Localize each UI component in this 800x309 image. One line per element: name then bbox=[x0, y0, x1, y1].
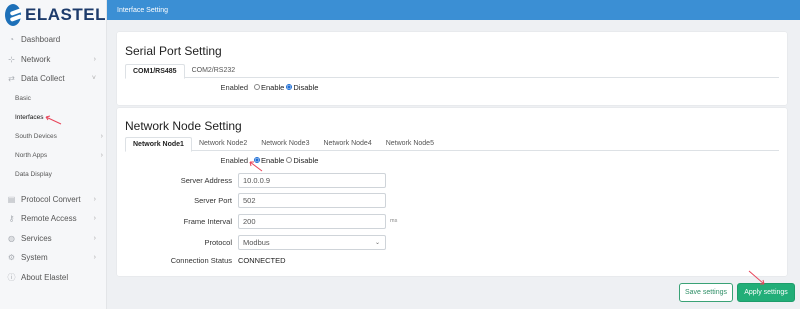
logo[interactable]: ELASTEL bbox=[0, 0, 106, 30]
sidebar-item-label: Data Collect bbox=[21, 74, 65, 84]
sidebar-item-remote-access[interactable]: ⚷ Remote Access › bbox=[0, 209, 106, 229]
chevron-right-icon: › bbox=[93, 55, 96, 63]
sidebar-item-label: Remote Access bbox=[21, 214, 77, 224]
network-icon: ⊹ bbox=[8, 54, 15, 64]
frame-interval-unit: ms bbox=[390, 218, 398, 224]
chevron-right-icon: › bbox=[93, 254, 96, 262]
tab-com1[interactable]: COM1/RS485 bbox=[125, 64, 185, 79]
chevron-down-icon: ˅ bbox=[91, 75, 96, 83]
apply-settings-button[interactable]: Apply settings bbox=[737, 283, 795, 302]
serial-port-tabs: COM1/RS485 COM2/RS232 bbox=[125, 64, 779, 79]
chevron-right-icon: › bbox=[93, 215, 96, 223]
sidebar-subitem-label: North Apps bbox=[15, 151, 48, 159]
serial-disable-label: Disable bbox=[293, 82, 319, 92]
serial-enable-radio[interactable] bbox=[254, 84, 260, 90]
chevron-right-icon: › bbox=[93, 195, 96, 203]
server-port-label: Server Port bbox=[194, 195, 232, 205]
sidebar-subitem-label: Interfaces bbox=[15, 113, 44, 121]
chevron-right-icon: › bbox=[100, 132, 103, 140]
serial-enabled-radio-group: Enable Disable bbox=[254, 83, 320, 92]
sidebar-item-label: Services bbox=[21, 233, 52, 243]
server-address-label: Server Address bbox=[180, 175, 232, 185]
serial-enabled-row: Enabled Enable Disable bbox=[117, 80, 320, 94]
server-port-input[interactable]: 502 bbox=[238, 192, 386, 208]
server-port-row: Server Port 502 bbox=[117, 192, 386, 208]
frame-interval-row: Frame Interval 200 ms bbox=[117, 213, 397, 229]
sidebar: ELASTEL ◔ Dashboard ⊹ Network › ⇄ Data C… bbox=[0, 0, 107, 309]
remote-access-icon: ⚷ bbox=[8, 214, 15, 224]
protocol-convert-icon: ▤ bbox=[7, 194, 16, 204]
sidebar-item-label: System bbox=[21, 253, 48, 263]
server-port-value: 502 bbox=[243, 195, 256, 205]
connection-status-row: Connection Status CONNECTED bbox=[117, 253, 286, 267]
protocol-value: Modbus bbox=[243, 237, 270, 247]
tab-network-node5[interactable]: Network Node5 bbox=[379, 137, 441, 151]
sidebar-item-label: About Elastel bbox=[21, 272, 69, 282]
sidebar-subitem-label: South Devices bbox=[15, 132, 57, 140]
network-node-card: Network Node Setting Network Node1 Netwo… bbox=[117, 108, 787, 276]
sidebar-item-dashboard[interactable]: ◔ Dashboard bbox=[0, 30, 106, 50]
serial-port-card: Serial Port Setting COM1/RS485 COM2/RS23… bbox=[117, 32, 787, 105]
sidebar-item-label: Dashboard bbox=[21, 35, 61, 45]
save-settings-button[interactable]: Save settings bbox=[679, 283, 733, 302]
elastel-logo-icon bbox=[5, 4, 22, 26]
serial-enable-label: Enable bbox=[261, 82, 285, 92]
protocol-label: Protocol bbox=[204, 237, 232, 247]
sidebar-item-protocol-convert[interactable]: ▤ Protocol Convert › bbox=[0, 190, 106, 210]
sidebar-subitem-label: Data Display bbox=[15, 170, 52, 178]
connection-status-label: Connection Status bbox=[170, 255, 232, 265]
frame-interval-input[interactable]: 200 bbox=[238, 213, 386, 229]
network-node-title: Network Node Setting bbox=[125, 119, 242, 133]
sidebar-subitem-south-devices[interactable]: South Devices › bbox=[0, 127, 106, 146]
sidebar-subitem-basic[interactable]: Basic bbox=[0, 89, 106, 108]
sidebar-nav: ◔ Dashboard ⊹ Network › ⇄ Data Collect ˅… bbox=[0, 30, 106, 287]
node-disable-label: Disable bbox=[293, 155, 319, 165]
services-icon: ◍ bbox=[8, 233, 15, 243]
tab-network-node3[interactable]: Network Node3 bbox=[254, 137, 316, 151]
tab-com2[interactable]: COM2/RS232 bbox=[185, 64, 243, 78]
frame-interval-label: Frame Interval bbox=[183, 216, 232, 226]
sidebar-item-data-collect[interactable]: ⇄ Data Collect ˅ bbox=[0, 69, 106, 89]
logo-text: ELASTEL bbox=[25, 5, 106, 24]
protocol-select[interactable]: Modbus ⌄ bbox=[238, 234, 386, 250]
dashboard-icon: ◔ bbox=[9, 35, 14, 45]
sidebar-item-network[interactable]: ⊹ Network › bbox=[0, 50, 106, 70]
chevron-right-icon: › bbox=[100, 151, 103, 159]
network-node-tabs: Network Node1 Network Node2 Network Node… bbox=[125, 137, 779, 152]
node-enabled-radio-group: Enable Disable bbox=[254, 156, 320, 165]
node-enable-radio[interactable] bbox=[254, 157, 260, 163]
frame-interval-value: 200 bbox=[243, 216, 256, 226]
sidebar-subitem-label: Basic bbox=[15, 94, 31, 102]
connection-status-value: CONNECTED bbox=[238, 255, 286, 265]
node-enable-label: Enable bbox=[261, 155, 285, 165]
node-enabled-row: Enabled Enable Disable bbox=[117, 153, 320, 167]
info-icon: ⓘ bbox=[7, 272, 16, 282]
sidebar-item-system[interactable]: ⚙ System › bbox=[0, 248, 106, 268]
sidebar-item-about[interactable]: ⓘ About Elastel bbox=[0, 268, 106, 288]
sidebar-subitem-north-apps[interactable]: North Apps › bbox=[0, 146, 106, 165]
chevron-down-icon: ⌄ bbox=[374, 239, 380, 246]
chevron-right-icon: › bbox=[93, 234, 96, 242]
serial-disable-radio[interactable] bbox=[286, 84, 293, 90]
protocol-row: Protocol Modbus ⌄ bbox=[117, 234, 386, 250]
sidebar-subitem-data-display[interactable]: Data Display bbox=[0, 165, 106, 184]
page-title: Interface Setting bbox=[117, 6, 168, 14]
node-enabled-label: Enabled bbox=[220, 155, 248, 165]
system-icon: ⚙ bbox=[7, 253, 16, 263]
sidebar-item-services[interactable]: ◍ Services › bbox=[0, 229, 106, 249]
sidebar-item-label: Network bbox=[21, 54, 51, 64]
sidebar-subitem-interfaces[interactable]: Interfaces bbox=[0, 108, 106, 127]
sidebar-item-label: Protocol Convert bbox=[21, 194, 81, 204]
server-address-value: 10.0.0.9 bbox=[243, 175, 271, 185]
serial-enabled-label: Enabled bbox=[220, 82, 248, 92]
serial-port-title: Serial Port Setting bbox=[125, 44, 222, 58]
top-bar: Interface Setting bbox=[107, 0, 800, 20]
tab-network-node4[interactable]: Network Node4 bbox=[316, 137, 378, 151]
server-address-row: Server Address 10.0.0.9 bbox=[117, 172, 386, 188]
tab-network-node2[interactable]: Network Node2 bbox=[192, 137, 254, 151]
data-collect-icon: ⇄ bbox=[8, 74, 15, 84]
tab-network-node1[interactable]: Network Node1 bbox=[125, 137, 192, 152]
server-address-input[interactable]: 10.0.0.9 bbox=[238, 172, 386, 188]
node-disable-radio[interactable] bbox=[286, 157, 293, 163]
